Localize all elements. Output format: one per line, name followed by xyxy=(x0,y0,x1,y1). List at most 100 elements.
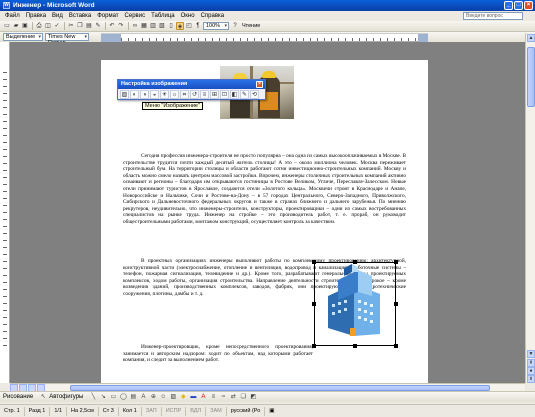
close-button[interactable]: × xyxy=(524,1,533,10)
help-icon[interactable]: ? xyxy=(231,22,239,30)
scroll-up-icon[interactable]: ▲ xyxy=(527,34,535,42)
wordart-icon[interactable]: A xyxy=(139,393,147,401)
tables-borders-icon[interactable]: ▦ xyxy=(140,22,148,30)
print-preview-icon[interactable]: ◫ xyxy=(44,22,52,30)
dash-style-icon[interactable]: ┅ xyxy=(219,393,227,401)
scroll-down-icon[interactable]: ▼ xyxy=(527,350,535,358)
style-select[interactable]: Выделение xyxy=(3,33,43,41)
format-painter-icon[interactable]: ✎ xyxy=(94,22,102,30)
oval-icon[interactable]: ◯ xyxy=(119,393,127,401)
resize-handle[interactable] xyxy=(394,302,398,306)
next-page-icon[interactable]: ⇟ xyxy=(527,375,535,383)
close-icon[interactable]: × xyxy=(256,81,263,88)
insert-picture-icon[interactable]: ▨ xyxy=(120,90,129,99)
picture-toolbar[interactable]: Настройка изображения × ▨ ◐ ◑ ◒ ☀ ☼ ⌗ ↺ … xyxy=(117,79,266,100)
insert-table-icon[interactable]: ▥ xyxy=(149,22,157,30)
redo-icon[interactable]: ↷ xyxy=(117,22,125,30)
menu-view[interactable]: Вид xyxy=(52,13,63,19)
status-track[interactable]: ИСПР xyxy=(162,406,187,416)
columns-icon[interactable]: ▯ xyxy=(167,22,175,30)
resize-handle[interactable] xyxy=(312,344,316,348)
scroll-thumb[interactable] xyxy=(527,47,535,107)
browse-object-icon[interactable]: ● xyxy=(527,367,535,375)
status-ext[interactable]: ВДЛ xyxy=(186,406,207,416)
vertical-ruler[interactable] xyxy=(0,42,10,383)
resize-handle[interactable] xyxy=(312,302,316,306)
set-transparent-color-icon[interactable]: ✎ xyxy=(240,90,249,99)
hyperlink-icon[interactable]: ∞ xyxy=(131,22,139,30)
less-contrast-icon[interactable]: ◒ xyxy=(150,90,159,99)
resize-handle[interactable] xyxy=(312,260,316,264)
select-objects-icon[interactable]: ↖ xyxy=(39,393,47,401)
menu-window[interactable]: Окно xyxy=(181,13,195,19)
font-select[interactable]: Times New Roman xyxy=(45,33,89,46)
menu-tools[interactable]: Сервис xyxy=(125,13,146,19)
menu-help[interactable]: Справка xyxy=(201,13,225,19)
diagram-icon[interactable]: ⊕ xyxy=(149,393,157,401)
print-icon[interactable]: ⎙ xyxy=(35,22,43,30)
zoom-select[interactable]: 100% xyxy=(203,22,229,30)
status-ovr[interactable]: ЗАМ xyxy=(206,406,227,416)
help-search-input[interactable]: Введите вопрос xyxy=(463,12,523,20)
shadow-icon[interactable]: ❏ xyxy=(239,393,247,401)
more-contrast-icon[interactable]: ◑ xyxy=(140,90,149,99)
word-app-icon[interactable]: W xyxy=(3,2,10,9)
rotate-left-icon[interactable]: ↺ xyxy=(190,90,199,99)
resize-handle[interactable] xyxy=(353,260,357,264)
resize-handle[interactable] xyxy=(394,344,398,348)
save-icon[interactable]: ▣ xyxy=(21,22,29,30)
paragraph-3[interactable]: Инженер-проектировщик, кроме непосредств… xyxy=(123,344,313,364)
reading-mode-button[interactable]: Чтение xyxy=(242,23,260,29)
paragraph-1[interactable]: Сегодня профессия инженера-строителя не … xyxy=(123,153,406,226)
spelling-icon[interactable]: ✓ xyxy=(53,22,61,30)
rectangle-icon[interactable]: ▭ xyxy=(109,393,117,401)
new-document-icon[interactable]: ▭ xyxy=(3,22,11,30)
insert-excel-icon[interactable]: ▧ xyxy=(158,22,166,30)
maximize-button[interactable]: □ xyxy=(514,1,523,10)
format-picture-icon[interactable]: ◧ xyxy=(230,90,239,99)
text-wrapping-icon[interactable]: ⊡ xyxy=(220,90,229,99)
line-icon[interactable]: ╲ xyxy=(89,393,97,401)
fill-color-icon[interactable]: ◆ xyxy=(179,393,187,401)
minimize-button[interactable]: _ xyxy=(504,1,513,10)
textbox-icon[interactable]: ▤ xyxy=(129,393,137,401)
more-brightness-icon[interactable]: ☀ xyxy=(160,90,169,99)
arrow-style-icon[interactable]: ⇄ xyxy=(229,393,237,401)
picture-toolbar-title[interactable]: Настройка изображения × xyxy=(118,80,265,89)
show-hide-icon[interactable]: ¶ xyxy=(194,22,202,30)
3d-icon[interactable]: ◩ xyxy=(249,393,257,401)
horizontal-scrollbar[interactable] xyxy=(10,383,525,392)
open-folder-icon[interactable]: ▰ xyxy=(12,22,20,30)
copy-icon[interactable]: ❐ xyxy=(76,22,84,30)
vertical-scrollbar[interactable]: ▲ ▼ ⇞ ● ⇟ xyxy=(525,33,535,383)
reset-picture-icon[interactable]: ⟲ xyxy=(250,90,259,99)
document-map-icon[interactable]: ◰ xyxy=(185,22,193,30)
menu-file[interactable]: Файл xyxy=(5,13,20,19)
prev-page-icon[interactable]: ⇞ xyxy=(527,359,535,367)
resize-handle[interactable] xyxy=(394,260,398,264)
cut-icon[interactable]: ✂ xyxy=(67,22,75,30)
horizontal-ruler[interactable] xyxy=(101,33,428,42)
image-color-icon[interactable]: ◐ xyxy=(130,90,139,99)
autoshapes-menu-button[interactable]: Автофигуры xyxy=(49,394,83,400)
menu-insert[interactable]: Вставка xyxy=(69,13,91,19)
menu-edit[interactable]: Правка xyxy=(26,13,46,19)
undo-icon[interactable]: ↶ xyxy=(108,22,116,30)
building-clipart[interactable] xyxy=(312,260,398,348)
menu-table[interactable]: Таблица xyxy=(151,13,175,19)
crop-icon[interactable]: ⌗ xyxy=(180,90,189,99)
less-brightness-icon[interactable]: ☼ xyxy=(170,90,179,99)
arrow-icon[interactable]: ↘ xyxy=(99,393,107,401)
drawing-icon[interactable]: ◈ xyxy=(176,22,184,30)
font-color-icon[interactable]: A xyxy=(199,393,207,401)
compress-pictures-icon[interactable]: ⊞ xyxy=(210,90,219,99)
insert-picture-icon[interactable]: ▨ xyxy=(169,393,177,401)
line-style-icon[interactable]: ≡ xyxy=(200,90,209,99)
menu-format[interactable]: Формат xyxy=(97,13,118,19)
paste-icon[interactable]: ▤ xyxy=(85,22,93,30)
draw-menu-button[interactable]: Рисование xyxy=(3,394,33,400)
line-color-icon[interactable]: ▬ xyxy=(189,393,197,401)
clipart-icon[interactable]: ☺ xyxy=(159,393,167,401)
spelling-status-icon[interactable]: ▣ xyxy=(265,407,278,416)
line-style-icon[interactable]: ≡ xyxy=(209,393,217,401)
